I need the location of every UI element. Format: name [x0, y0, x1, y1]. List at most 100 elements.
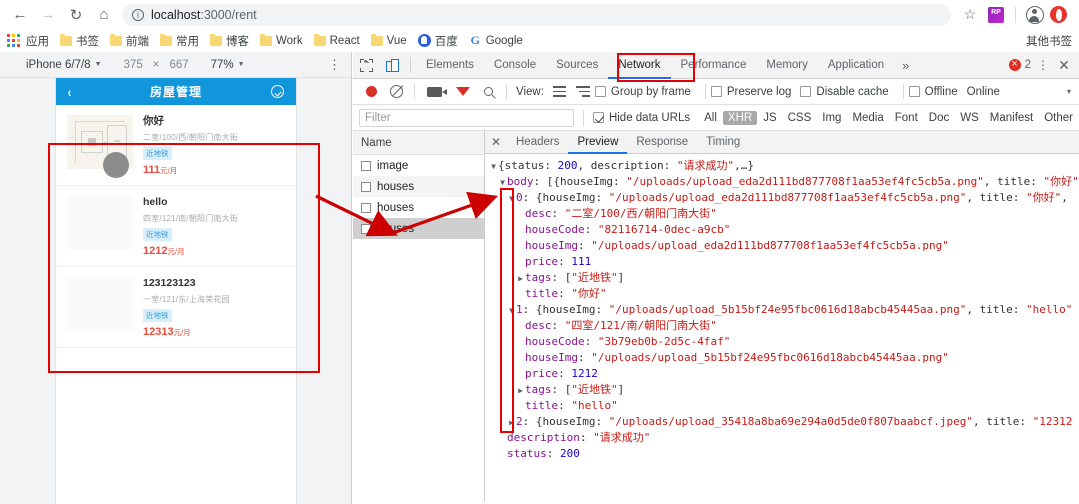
record-button-icon[interactable] — [366, 86, 377, 97]
json-line[interactable]: {status: 200, description: "请求成功",…} — [489, 158, 1079, 174]
json-line[interactable]: 1: {houseImg: "/uploads/upload_5b15bf24e… — [489, 302, 1079, 318]
json-line[interactable]: price: 1212 — [489, 366, 1079, 382]
tab-timing[interactable]: Timing — [697, 131, 749, 154]
filter-type-font[interactable]: Font — [890, 111, 923, 125]
tab-sources[interactable]: Sources — [546, 52, 608, 79]
filter-type-all[interactable]: All — [699, 111, 722, 125]
json-line[interactable]: tags: ["近地铁"] — [489, 270, 1079, 286]
filter-type-doc[interactable]: Doc — [924, 111, 954, 125]
bookmark-item-4[interactable]: Work — [260, 33, 303, 47]
json-line[interactable]: description: "请求成功" — [489, 430, 1079, 446]
offline-checkbox[interactable]: Offline — [908, 86, 958, 98]
apps-grid-icon[interactable] — [7, 33, 21, 48]
bookmark-item-1[interactable]: 前端 — [110, 33, 149, 49]
disclosure-triangle-icon[interactable] — [507, 415, 516, 431]
bookmark-baidu[interactable]: 百度 — [417, 33, 458, 49]
search-icon[interactable] — [484, 87, 493, 96]
devtools-settings-kebab-icon[interactable]: ⋮ — [1035, 59, 1051, 71]
extension-icon[interactable] — [988, 6, 1004, 23]
bookmark-item-2[interactable]: 常用 — [160, 33, 199, 49]
bookmark-item-5[interactable]: React — [313, 33, 360, 47]
json-line[interactable]: body: [{houseImg: "/uploads/upload_eda2d… — [489, 174, 1079, 190]
back-chevron-icon[interactable]: ‹ — [68, 84, 72, 100]
device-width-input[interactable]: 375 — [124, 59, 143, 71]
throttling-selector[interactable]: Online — [967, 86, 1000, 98]
more-tabs-icon[interactable]: » — [894, 58, 917, 73]
filter-type-xhr[interactable]: XHR — [722, 110, 758, 125]
json-line[interactable]: houseCode: "3b79eb0b-2d5c-4faf" — [489, 334, 1079, 350]
tab-network[interactable]: Network — [608, 52, 671, 79]
close-detail-icon[interactable]: ✕ — [485, 135, 507, 149]
bookmark-google[interactable]: G Google — [469, 34, 523, 47]
json-line[interactable]: title: "你好" — [489, 286, 1079, 302]
device-height-input[interactable]: 667 — [169, 59, 188, 71]
list-view-icon[interactable] — [552, 86, 566, 97]
inspect-element-icon[interactable] — [353, 52, 379, 78]
chevron-down-icon[interactable]: ▾ — [1067, 87, 1071, 96]
tab-elements[interactable]: Elements — [416, 52, 484, 79]
forward-icon[interactable]: → — [34, 2, 62, 28]
filter-input[interactable]: Filter — [359, 108, 575, 127]
json-line[interactable]: tags: ["近地铁"] — [489, 382, 1079, 398]
filter-type-ws[interactable]: WS — [955, 111, 984, 125]
preserve-log-checkbox[interactable]: Preserve log — [710, 86, 791, 98]
tab-preview[interactable]: Preview — [568, 131, 628, 154]
table-row[interactable]: image — [353, 155, 484, 176]
table-row[interactable]: houses — [353, 218, 484, 239]
tab-response[interactable]: Response — [627, 131, 697, 154]
filter-type-css[interactable]: CSS — [783, 111, 817, 125]
site-info-icon[interactable]: i — [132, 8, 144, 21]
profile-avatar-icon[interactable] — [1026, 5, 1044, 24]
json-line[interactable]: houseImg: "/uploads/upload_5b15bf24e95fb… — [489, 350, 1079, 366]
zoom-selector[interactable]: 77% ▼ — [211, 59, 245, 71]
hide-data-urls-checkbox[interactable]: Hide data URLs — [592, 112, 690, 124]
tab-application[interactable]: Application — [818, 52, 894, 79]
filter-type-img[interactable]: Img — [817, 111, 846, 125]
bookmark-item-3[interactable]: 博客 — [210, 33, 249, 49]
group-by-frame-checkbox[interactable]: Group by frame — [594, 86, 691, 98]
waterfall-view-icon[interactable] — [575, 86, 590, 97]
disable-cache-checkbox[interactable]: Disable cache — [800, 86, 889, 98]
error-count-badge[interactable]: 2 — [1008, 57, 1031, 71]
disclosure-triangle-icon[interactable] — [507, 191, 516, 207]
json-line[interactable]: desc: "四室/121/南/朝阳门南大街" — [489, 318, 1079, 334]
json-line[interactable]: 2: {houseImg: "/uploads/upload_35418a8ba… — [489, 414, 1079, 430]
row-checkbox[interactable] — [361, 181, 371, 192]
filter-funnel-icon[interactable] — [456, 87, 470, 109]
bookmark-apps[interactable]: 应用 — [26, 33, 49, 49]
bookmark-star-icon[interactable]: ☆ — [959, 6, 981, 23]
json-preview-tree[interactable]: {status: 200, description: "请求成功",…}body… — [485, 154, 1079, 462]
other-bookmarks-button[interactable]: 其他书签 — [1026, 33, 1072, 49]
column-header-name[interactable]: Name — [353, 131, 484, 155]
row-checkbox[interactable] — [361, 223, 371, 234]
list-item[interactable]: 你好 二室/100/西/朝阳门南大街 近地铁 111元/月 — [56, 105, 296, 186]
toggle-device-toolbar-icon[interactable] — [379, 52, 405, 78]
disclosure-triangle-icon[interactable] — [498, 175, 507, 191]
list-item[interactable]: hello 四室/121/南/朝阳门南大街 近地铁 1212元/月 — [56, 186, 296, 267]
disclosure-triangle-icon[interactable] — [489, 159, 498, 175]
json-line[interactable]: houseCode: "82116714-0dec-a9cb" — [489, 222, 1079, 238]
clear-network-log-icon[interactable] — [390, 85, 403, 98]
tab-performance[interactable]: Performance — [671, 52, 757, 79]
check-circle-icon[interactable] — [271, 85, 284, 98]
tab-memory[interactable]: Memory — [756, 52, 818, 79]
bookmark-item-0[interactable]: 书签 — [60, 33, 99, 49]
bookmark-item-6[interactable]: Vue — [370, 33, 407, 47]
json-line[interactable]: 0: {houseImg: "/uploads/upload_eda2d111b… — [489, 190, 1079, 206]
table-row[interactable]: houses — [353, 176, 484, 197]
opera-extension-icon[interactable] — [1050, 6, 1067, 23]
row-checkbox[interactable] — [361, 202, 371, 213]
json-line[interactable]: houseImg: "/uploads/upload_eda2d111bd877… — [489, 238, 1079, 254]
screenshot-capture-icon[interactable] — [427, 86, 447, 97]
row-checkbox[interactable] — [361, 160, 371, 171]
device-selector[interactable]: iPhone 6/7/8 ▼ — [26, 59, 102, 71]
json-line[interactable]: title: "hello" — [489, 398, 1079, 414]
reload-icon[interactable]: ↻ — [62, 2, 90, 28]
disclosure-triangle-icon[interactable] — [507, 303, 516, 319]
close-devtools-icon[interactable]: ✕ — [1055, 57, 1073, 74]
filter-type-media[interactable]: Media — [847, 111, 888, 125]
table-row[interactable]: houses — [353, 197, 484, 218]
filter-type-other[interactable]: Other — [1039, 111, 1078, 125]
json-line[interactable]: status: 200 — [489, 446, 1079, 462]
tab-headers[interactable]: Headers — [507, 131, 568, 154]
